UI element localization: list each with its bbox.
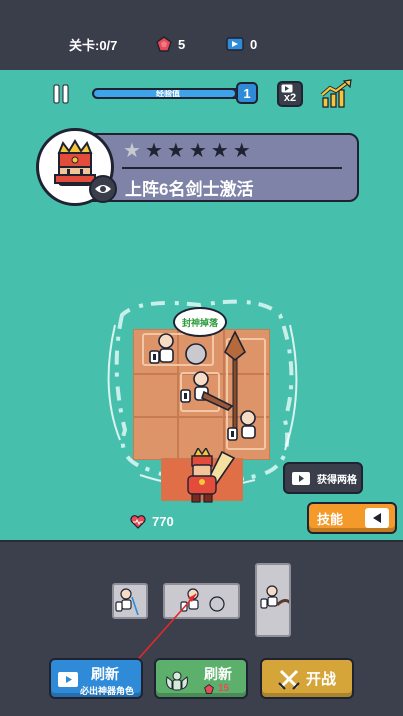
level-label: 关卡:0/7	[69, 37, 118, 53]
gem-icon	[204, 683, 214, 694]
refresh-ad-title: 刷新	[91, 666, 119, 682]
level-counter: 关卡:0/7	[69, 34, 117, 54]
ticket-counter: 0	[226, 34, 257, 54]
start-battle-button[interactable]: 开战	[260, 658, 354, 699]
spear-unit[interactable]	[220, 330, 270, 450]
board-tile[interactable]	[133, 417, 178, 460]
arrow-left-icon	[373, 513, 381, 523]
video-ticket-icon	[226, 37, 244, 51]
health-display: 770	[130, 514, 174, 529]
get-two-cells-button[interactable]: 获得两格	[283, 462, 363, 494]
speech-text: 封神掉落	[181, 317, 218, 328]
king-unit[interactable]	[178, 448, 242, 506]
refresh-cost: 15	[204, 683, 229, 694]
video-icon	[58, 672, 78, 687]
skill-arrow-box	[365, 508, 389, 528]
heart-icon	[130, 514, 146, 529]
angel-icon	[166, 671, 188, 691]
ticket-count: 0	[250, 36, 258, 52]
health-value: 770	[152, 514, 174, 529]
gem-icon	[156, 36, 172, 52]
refresh-cost-value: 15	[218, 683, 230, 694]
skill-label: 技能	[317, 511, 344, 527]
refresh-cost-button[interactable]: 刷新 15	[154, 658, 248, 699]
gem-counter: 5	[156, 34, 185, 54]
get-two-cells-label: 获得两格	[317, 474, 357, 486]
battlefield: 经验值 1 x2 ★ ★ ★ ★ ★ ★ 上阵6名剑士激活 封神掉落 获得两格 …	[0, 70, 403, 540]
gem-count: 5	[178, 36, 186, 52]
start-battle-label: 开战	[305, 671, 336, 688]
bottom-panel: 刷新 必出神器角色 刷新 15 开战	[0, 540, 403, 716]
video-icon	[292, 471, 310, 485]
refresh-cost-title: 刷新	[204, 666, 232, 682]
board-tile[interactable]	[133, 374, 178, 417]
swordsman-unit[interactable]	[144, 332, 214, 368]
skill-button[interactable]: 技能	[307, 502, 397, 534]
top-bar: 关卡:0/7 5 0	[0, 0, 403, 70]
refresh-ad-button[interactable]: 刷新 必出神器角色	[49, 658, 143, 699]
crossed-swords-icon	[278, 669, 300, 690]
speech-bubble: 封神掉落	[173, 307, 227, 337]
refresh-ad-subtitle: 必出神器角色	[80, 686, 135, 696]
